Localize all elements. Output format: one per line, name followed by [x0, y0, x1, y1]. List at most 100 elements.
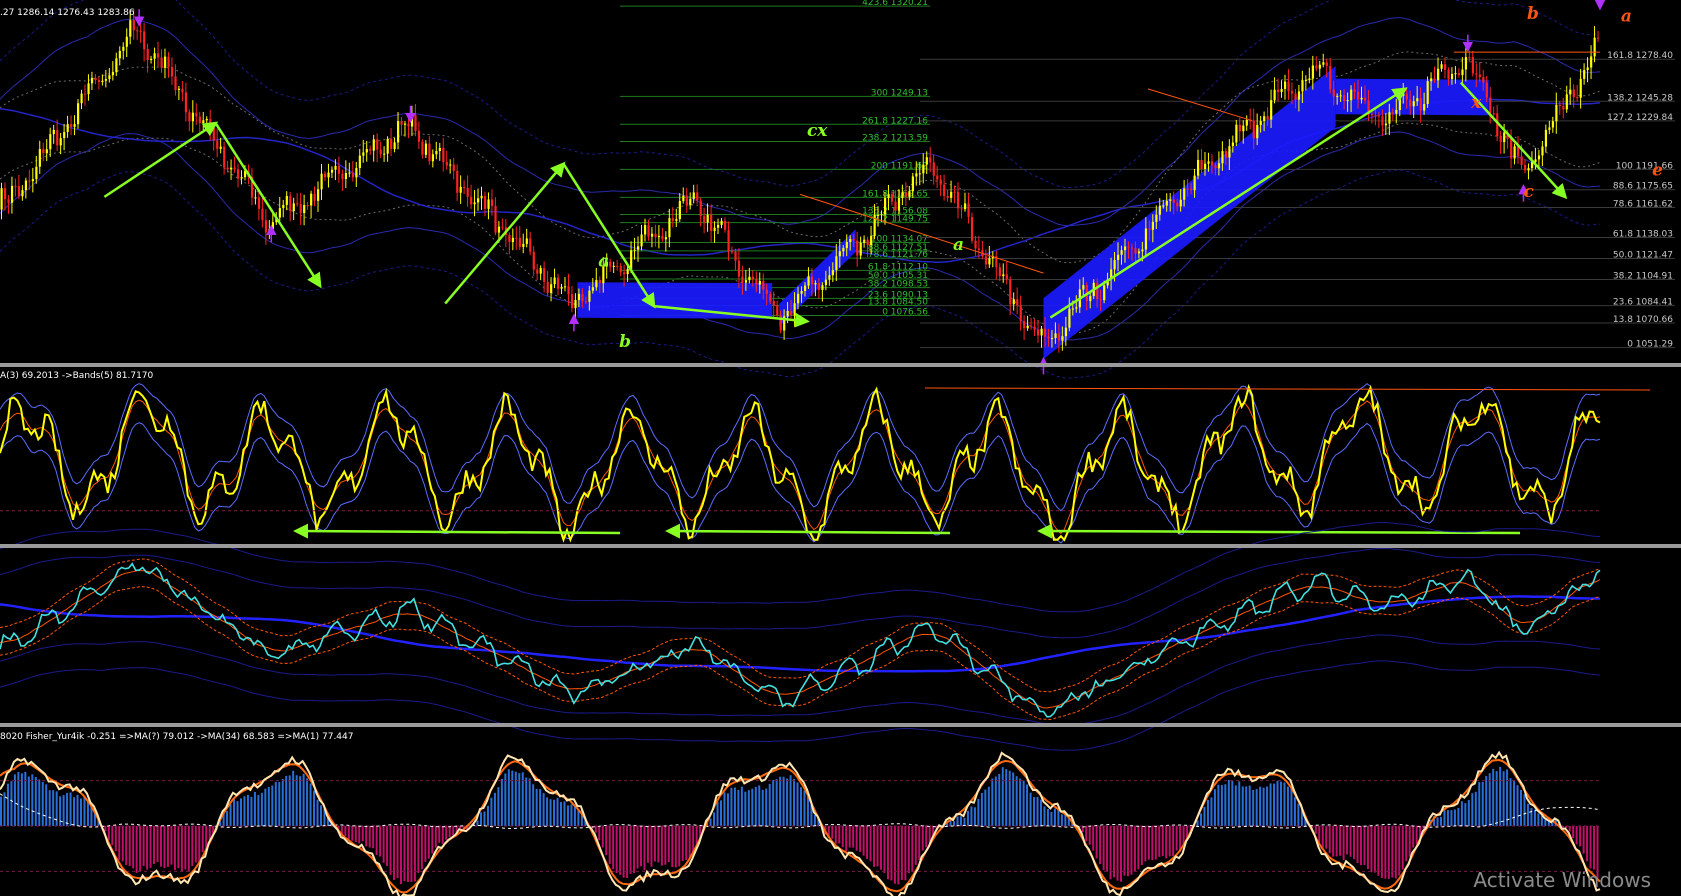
fisher-histogram-bar — [980, 792, 983, 826]
candle-body — [650, 233, 654, 237]
fisher-histogram-bar — [180, 826, 183, 872]
fisher-histogram-bar — [525, 777, 528, 826]
osc2-slow-ma — [0, 595, 1601, 673]
fisher-histogram-bar — [566, 805, 569, 826]
fisher-histogram-bar — [483, 811, 486, 826]
candle-body — [97, 80, 101, 83]
fisher-histogram-bar — [897, 826, 900, 885]
candle-body — [518, 237, 521, 247]
candle-body — [1263, 116, 1266, 122]
candle-body — [595, 280, 598, 288]
candle-body — [7, 199, 10, 203]
candle-body — [810, 276, 814, 285]
candle-body — [563, 286, 567, 288]
candle-body — [640, 234, 643, 247]
candle-body — [748, 276, 751, 281]
fisher-histogram-bar — [692, 826, 695, 853]
fisher-histogram-bar — [1293, 797, 1296, 826]
candle-body — [1043, 328, 1047, 337]
fisher-histogram-bar — [831, 826, 834, 839]
fisher-histogram-bar — [1026, 784, 1029, 826]
candle-body — [1579, 78, 1582, 98]
fisher-histogram-bar — [1502, 771, 1505, 826]
fisher-histogram-bar — [264, 788, 267, 826]
candle-body — [831, 270, 835, 276]
candle-body — [1037, 329, 1040, 336]
candle-body — [1537, 155, 1541, 160]
wave-label: c — [1523, 182, 1534, 202]
candle-body — [1562, 106, 1565, 110]
fisher-histogram-bar — [403, 826, 406, 882]
fisher-histogram-bar — [685, 826, 688, 860]
fisher-histogram-bar — [368, 826, 371, 848]
candle-body — [282, 204, 285, 209]
candle-body — [334, 165, 337, 170]
candle-body — [52, 129, 55, 135]
candle-body — [1064, 327, 1068, 337]
candle-body — [202, 120, 205, 124]
candle-body — [1492, 113, 1495, 115]
candle-body — [1423, 103, 1426, 111]
candle-body — [668, 218, 671, 238]
fisher-histogram-bar — [121, 826, 124, 862]
fisher-histogram-bar — [963, 817, 966, 826]
candle-body — [459, 186, 462, 193]
fisher-histogram-bar — [775, 779, 778, 826]
candle-body — [296, 203, 299, 205]
candle-body — [188, 112, 191, 122]
fib-level-label: 38.2 1098.53 — [868, 280, 928, 290]
candle-body — [866, 239, 869, 246]
candle-body — [1203, 163, 1207, 170]
candle-body — [1503, 132, 1506, 143]
fisher-histogram-bar — [904, 826, 907, 881]
fisher-histogram-bar — [737, 789, 740, 826]
fisher-histogram-bar — [1339, 826, 1342, 856]
candle-body — [1186, 188, 1189, 190]
candle-body — [974, 240, 977, 249]
fisher-histogram-bar — [859, 826, 862, 852]
fisher-histogram-bar — [1467, 800, 1470, 826]
candle-body — [643, 225, 647, 235]
candle-body — [369, 149, 372, 151]
candle-body — [223, 146, 226, 168]
candle-body — [678, 201, 681, 220]
candle-body — [1315, 65, 1318, 69]
fisher-histogram-bar — [41, 781, 44, 826]
fisher-histogram-bar — [1349, 826, 1352, 857]
fisher-histogram-bar — [772, 780, 775, 826]
candle-body — [894, 201, 897, 211]
candle-body — [17, 185, 21, 197]
fisher-histogram-bar — [646, 826, 649, 863]
fisher-histogram-bar — [1332, 826, 1335, 857]
candle-body — [1148, 228, 1151, 230]
chart-canvas[interactable]: 423.6 1320.21 300 1249.13 261.8 1227.16 238… — [0, 0, 1681, 896]
fisher-histogram-bar — [1520, 789, 1522, 826]
candle-body — [1489, 97, 1492, 114]
candle-body — [1336, 96, 1339, 98]
candle-body — [1346, 100, 1349, 102]
fisher-histogram-bar — [1579, 826, 1582, 847]
candle-body — [1555, 104, 1558, 122]
fisher-histogram-bar — [410, 826, 413, 882]
candle-body — [925, 157, 928, 165]
fisher-histogram-bar — [514, 771, 517, 826]
candle-body — [1590, 56, 1593, 68]
candle-body — [1054, 333, 1057, 338]
fisher-histogram-bar — [1126, 826, 1129, 877]
fisher-histogram-bar — [1457, 807, 1460, 826]
fisher-histogram-bar — [546, 797, 549, 826]
fisher-histogram-bar — [1412, 826, 1415, 848]
candle-body — [598, 280, 601, 284]
fisher-histogram-bar — [125, 826, 128, 866]
candle-body — [1183, 188, 1186, 200]
candle-body — [852, 239, 855, 241]
candle-body — [1002, 274, 1005, 277]
fisher-histogram-bar — [281, 778, 284, 826]
candle-body — [170, 66, 174, 77]
fisher-histogram-bar — [664, 826, 667, 865]
fisher-histogram-bar — [83, 796, 86, 826]
candle-body — [1137, 251, 1141, 254]
fisher-histogram-bar — [184, 826, 187, 870]
fisher-histogram-bar — [361, 826, 364, 842]
fractal-arrow — [266, 224, 277, 243]
